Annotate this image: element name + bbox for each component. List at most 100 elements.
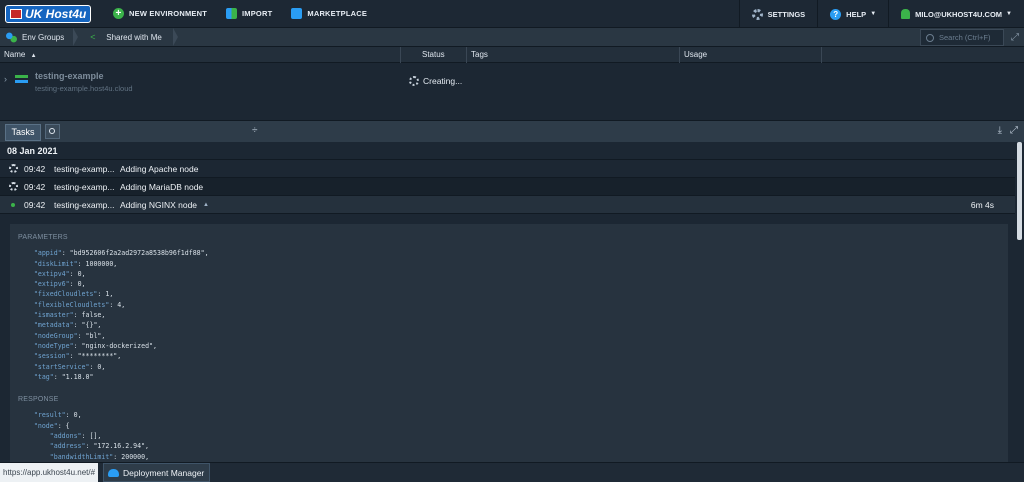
parameter-line: "ismaster": false,	[33, 311, 106, 320]
parameter-line: "extipv4": 0,	[33, 269, 86, 278]
parameter-line: "extipv6": 0,	[33, 280, 86, 289]
parameter-key: "extipv6"	[33, 280, 70, 289]
user-menu[interactable]: MILO@UKHOST4U.COM ▼	[889, 9, 1024, 19]
share-icon: <	[90, 32, 96, 42]
parameter-line: "metadata": "{}",	[33, 321, 102, 330]
parameter-key: "flexibleCloudlets"	[33, 300, 110, 309]
response-value: [],	[89, 432, 102, 441]
spinner-icon	[8, 182, 18, 191]
environment-status-label: Creating...	[423, 76, 463, 86]
import-label: IMPORT	[242, 9, 273, 18]
environment-status: Creating...	[409, 76, 462, 86]
env-search-input[interactable]: Search (Ctrl+F)	[920, 29, 1004, 46]
parameter-line: "session": "********",	[33, 352, 122, 361]
parameter-line: "tag": "1.18.0"	[33, 372, 94, 381]
collapse-arrow-icon[interactable]: ▲	[203, 202, 209, 208]
parameter-value: "bd952606f2a2ad2972a8538b96f1df88",	[69, 249, 209, 258]
chevron-right-icon[interactable]: ›	[4, 74, 7, 84]
task-time: 09:42	[24, 163, 46, 174]
deployment-manager-label: Deployment Manager	[123, 467, 205, 478]
column-usage[interactable]: Usage	[680, 47, 822, 63]
parameter-value: "{}",	[81, 321, 102, 330]
download-icon[interactable]: ⤓	[998, 125, 1002, 136]
task-duration: 6m 4s	[970, 199, 994, 210]
parameter-key: "diskLimit"	[33, 259, 78, 268]
caret-down-icon: ▼	[1006, 11, 1012, 17]
env-groups-label: Env Groups	[22, 32, 65, 42]
column-name-label: Name	[4, 50, 26, 59]
shared-with-me-label: Shared with Me	[106, 32, 162, 42]
task-row[interactable]: 09:42 testing-examp... Adding MariaDB no…	[0, 178, 1015, 196]
sort-asc-icon: ▲	[30, 53, 37, 59]
marketplace-button[interactable]: MARKETPLACE	[291, 8, 367, 19]
env-groups-icon	[6, 31, 17, 43]
help-label: HELP	[846, 9, 867, 19]
parameter-value: 1,	[105, 290, 114, 299]
parameter-value: "1.18.0"	[61, 372, 94, 381]
deployment-manager-tab[interactable]: Deployment Manager	[103, 463, 210, 482]
parameter-value: 0,	[77, 280, 86, 289]
tasks-tab[interactable]: Tasks	[5, 124, 41, 141]
success-dot-icon	[11, 202, 15, 207]
environment-row[interactable]: › testing-example testing-example.host4u…	[0, 64, 1024, 120]
env-groups-bar: Env Groups < Shared with Me Search (Ctrl…	[0, 27, 1024, 47]
parameter-value: 0,	[97, 362, 106, 371]
column-tags[interactable]: Tags	[467, 47, 680, 63]
response-value: 0,	[73, 411, 82, 420]
parameter-key: "session"	[33, 352, 70, 361]
gear-icon	[751, 8, 763, 20]
shared-with-me-tab[interactable]: < Shared with Me	[74, 27, 178, 47]
parameter-key: "appid"	[33, 249, 62, 258]
parameter-value: 1000000,	[85, 259, 118, 268]
parameter-line: "flexibleCloudlets": 4,	[33, 300, 126, 309]
search-placeholder: Search (Ctrl+F)	[939, 33, 991, 42]
env-groups-tab[interactable]: Env Groups	[0, 27, 79, 47]
expand-icon[interactable]: ⤢	[1011, 32, 1019, 43]
top-right-menu: SETTINGS ? HELP ▼ MILO@UKHOST4U.COM ▼	[738, 0, 1024, 28]
parameter-line: "startService": 0,	[33, 362, 106, 371]
environment-name[interactable]: testing-example	[35, 71, 104, 81]
scrollbar-thumb[interactable]	[1017, 142, 1022, 240]
new-environment-button[interactable]: + NEW ENVIRONMENT	[113, 8, 207, 19]
task-time: 09:42	[24, 181, 46, 192]
tasks-search-button[interactable]	[45, 124, 60, 139]
parameter-value: "nginx-dockerized",	[81, 341, 157, 350]
parameter-key: "tag"	[33, 372, 54, 381]
task-list-scrollbar[interactable]	[1016, 142, 1022, 462]
response-line: "addons": [],	[49, 432, 102, 441]
search-icon	[49, 128, 55, 134]
environment-domain[interactable]: testing-example.host4u.cloud	[35, 84, 133, 93]
response-value: 200000,	[121, 452, 150, 461]
import-button[interactable]: IMPORT	[226, 8, 272, 19]
status-url-hint: https://app.ukhost4u.net/#	[0, 463, 99, 482]
help-menu[interactable]: ? HELP ▼	[818, 8, 888, 20]
parameters-list: "appid": "bd952606f2a2ad2972a8538b96f1df…	[18, 248, 1000, 382]
resize-handle-icon[interactable]: ÷	[252, 125, 258, 136]
user-email: MILO@UKHOST4U.COM	[915, 9, 1003, 19]
parameter-line: "diskLimit": 1000000,	[33, 259, 118, 268]
parameter-key: "extipv4"	[33, 269, 70, 278]
task-row[interactable]: 09:42 testing-examp... Adding Apache nod…	[0, 160, 1015, 178]
response-key: "result"	[33, 411, 66, 420]
response-heading: RESPONSE	[18, 396, 59, 404]
cloud-icon	[108, 468, 119, 477]
response-key: "addons"	[49, 432, 82, 441]
settings-button[interactable]: SETTINGS	[740, 8, 818, 20]
parameter-key: "nodeGroup"	[33, 331, 78, 340]
parameter-key: "metadata"	[33, 321, 74, 330]
expand-icon[interactable]: ⤢	[1010, 125, 1018, 136]
caret-down-icon: ▼	[870, 11, 877, 17]
column-status[interactable]: Status	[401, 47, 467, 63]
spinner-icon	[8, 164, 18, 173]
brand-logo[interactable]: UK Host4u	[5, 4, 91, 23]
task-row-expanded[interactable]: 09:42 testing-examp... Adding NGINX node…	[0, 196, 1015, 214]
parameter-key: "fixedCloudlets"	[33, 290, 98, 299]
parameter-value: 4,	[117, 300, 126, 309]
new-environment-label: NEW ENVIRONMENT	[129, 9, 207, 18]
response-value: {	[65, 421, 70, 430]
task-environment: testing-examp...	[54, 199, 115, 210]
response-line: "address": "172.16.2.94",	[49, 442, 150, 451]
parameter-value: "********",	[77, 352, 122, 361]
task-message: Adding Apache node	[120, 163, 199, 174]
column-name[interactable]: Name ▲	[0, 47, 401, 63]
